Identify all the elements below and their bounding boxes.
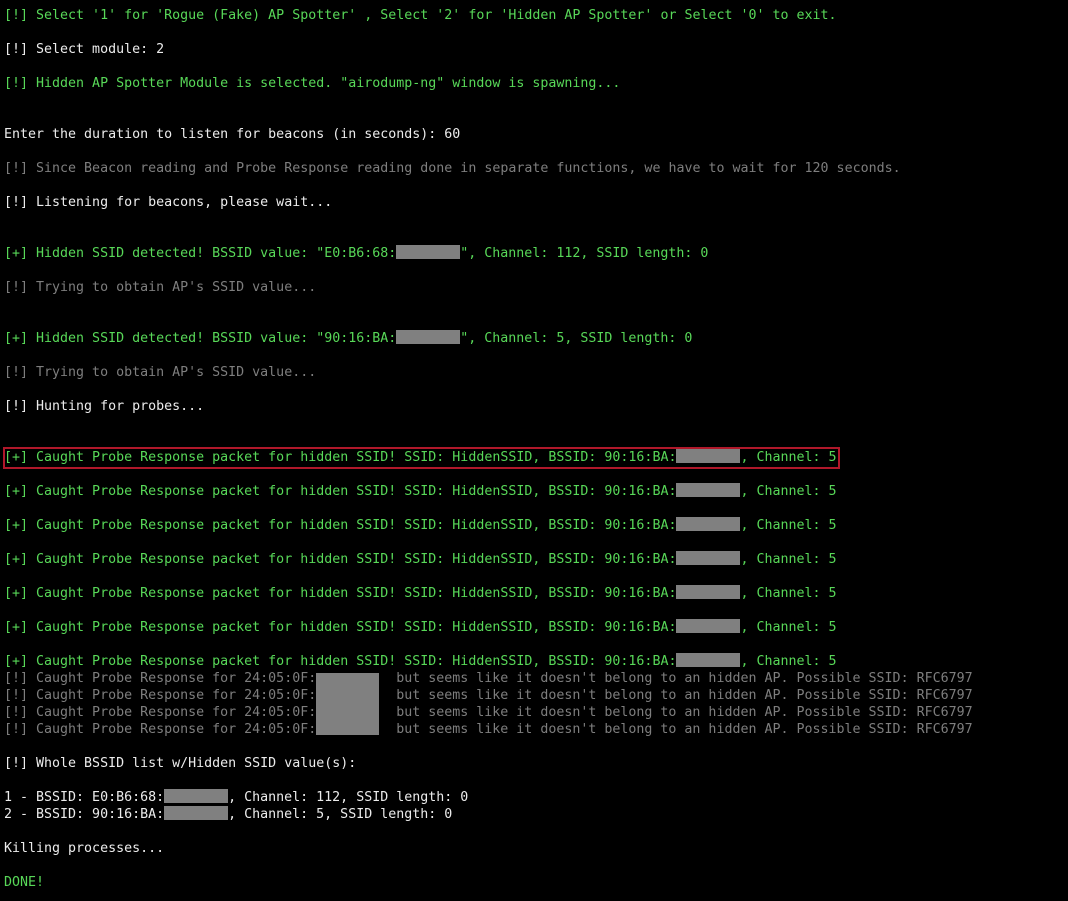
- probe-not-hidden-line: [!] Caught Probe Response for 24:05:0F: …: [4, 704, 973, 721]
- probe-suffix: , Channel: 5: [740, 518, 837, 533]
- probe-prefix: [+] Caught Probe Response packet for hid…: [4, 552, 677, 567]
- probe-caught-line: [+] Caught Probe Response packet for hid…: [4, 653, 837, 670]
- probe-suffix: , Channel: 5: [740, 552, 837, 567]
- probe-prefix: [!] Caught Probe Response for 24:05:0F:: [4, 705, 317, 720]
- redacted-mac-block: [676, 517, 741, 531]
- hunting-line: [!] Hunting for probes...: [4, 399, 205, 414]
- trying-ssid-line: [!] Trying to obtain AP's SSID value...: [4, 280, 317, 295]
- killing-line: Killing processes...: [4, 841, 165, 856]
- probe-caught-line: [+] Caught Probe Response packet for hid…: [4, 619, 837, 636]
- probe-caught-line: [+] Caught Probe Response packet for hid…: [4, 483, 837, 500]
- redacted-mac-block: [396, 245, 461, 259]
- redacted-mac-block: [676, 619, 741, 633]
- probe-prefix: [+] Caught Probe Response packet for hid…: [4, 450, 677, 465]
- probe-caught-line: [+] Caught Probe Response packet for hid…: [4, 585, 837, 602]
- bssid-prefix: 2 - BSSID: 90:16:BA:: [4, 807, 165, 822]
- probe-suffix: but seems like it doesn't belong to an h…: [388, 722, 973, 737]
- bssid-list-line: 1 - BSSID: E0:B6:68: , Channel: 112, SSID…: [4, 789, 468, 806]
- redacted-mac-block: [316, 673, 379, 735]
- probe-prefix: [+] Caught Probe Response packet for hid…: [4, 586, 677, 601]
- probe-suffix: but seems like it doesn't belong to an h…: [388, 688, 973, 703]
- detected-prefix: [+] Hidden SSID detected! BSSID value: "…: [4, 246, 397, 261]
- detected-prefix: [+] Hidden SSID detected! BSSID value: "…: [4, 331, 397, 346]
- bssid-suffix: , Channel: 5, SSID length: 0: [228, 807, 453, 822]
- probe-caught-line: [+] Caught Probe Response packet for hid…: [4, 517, 837, 534]
- probe-not-hidden-line: [!] Caught Probe Response for 24:05:0F: …: [4, 721, 973, 738]
- whole-list-header-line: [!] Whole BSSID list w/Hidden SSID value…: [4, 756, 357, 771]
- detected-suffix: ", Channel: 5, SSID length: 0: [460, 331, 693, 346]
- probe-caught-line: [+] Caught Probe Response packet for hid…: [4, 449, 837, 466]
- probe-suffix: but seems like it doesn't belong to an h…: [388, 705, 973, 720]
- bssid-list-line: 2 - BSSID: 90:16:BA: , Channel: 5, SSID l…: [4, 806, 452, 823]
- probe-suffix: , Channel: 5: [740, 620, 837, 635]
- probe-prefix: [!] Caught Probe Response for 24:05:0F:: [4, 671, 317, 686]
- trying-ssid-line: [!] Trying to obtain AP's SSID value...: [4, 365, 317, 380]
- listening-line: [!] Listening for beacons, please wait..…: [4, 195, 333, 210]
- redacted-mac-block: [396, 330, 461, 344]
- hidden-ssid-detected-line: [+] Hidden SSID detected! BSSID value: "…: [4, 245, 708, 262]
- module-selected-line: [!] Hidden AP Spotter Module is selected…: [4, 76, 621, 91]
- probe-suffix: , Channel: 5: [740, 586, 837, 601]
- select-module-line: [!] Select module: 2: [4, 42, 165, 57]
- done-line: DONE!: [4, 875, 45, 890]
- probe-caught-line: [+] Caught Probe Response packet for hid…: [4, 551, 837, 568]
- probe-suffix: but seems like it doesn't belong to an h…: [388, 671, 973, 686]
- redacted-mac-block: [676, 551, 741, 565]
- bssid-prefix: 1 - BSSID: E0:B6:68:: [4, 790, 165, 805]
- wait-notice-line: [!] Since Beacon reading and Probe Respo…: [4, 161, 901, 176]
- probe-not-hidden-line: [!] Caught Probe Response for 24:05:0F: …: [4, 670, 973, 687]
- terminal-window: [!] Select '1' for 'Rogue (Fake) AP Spot…: [0, 0, 1068, 898]
- probe-suffix: , Channel: 5: [740, 484, 837, 499]
- bssid-suffix: , Channel: 112, SSID length: 0: [228, 790, 469, 805]
- detected-suffix: ", Channel: 112, SSID length: 0: [460, 246, 709, 261]
- probe-not-hidden-line: [!] Caught Probe Response for 24:05:0F: …: [4, 687, 973, 704]
- probe-prefix: [+] Caught Probe Response packet for hid…: [4, 654, 677, 669]
- redacted-mac-block: [676, 585, 741, 599]
- probe-prefix: [+] Caught Probe Response packet for hid…: [4, 518, 677, 533]
- probe-prefix: [!] Caught Probe Response for 24:05:0F:: [4, 688, 317, 703]
- hidden-ssid-detected-line: [+] Hidden SSID detected! BSSID value: "…: [4, 330, 692, 347]
- redacted-mac-block: [676, 653, 741, 667]
- redacted-mac-block: [164, 806, 229, 820]
- redacted-mac-block: [676, 483, 741, 497]
- redacted-mac-block: [676, 449, 741, 463]
- probe-suffix: , Channel: 5: [740, 450, 837, 465]
- probe-prefix: [+] Caught Probe Response packet for hid…: [4, 620, 677, 635]
- probe-prefix: [!] Caught Probe Response for 24:05:0F:: [4, 722, 317, 737]
- select-prompt-line: [!] Select '1' for 'Rogue (Fake) AP Spot…: [4, 8, 837, 23]
- duration-prompt-line: Enter the duration to listen for beacons…: [4, 127, 461, 142]
- probe-suffix: , Channel: 5: [740, 654, 837, 669]
- redacted-mac-block: [164, 789, 229, 803]
- probe-prefix: [+] Caught Probe Response packet for hid…: [4, 484, 677, 499]
